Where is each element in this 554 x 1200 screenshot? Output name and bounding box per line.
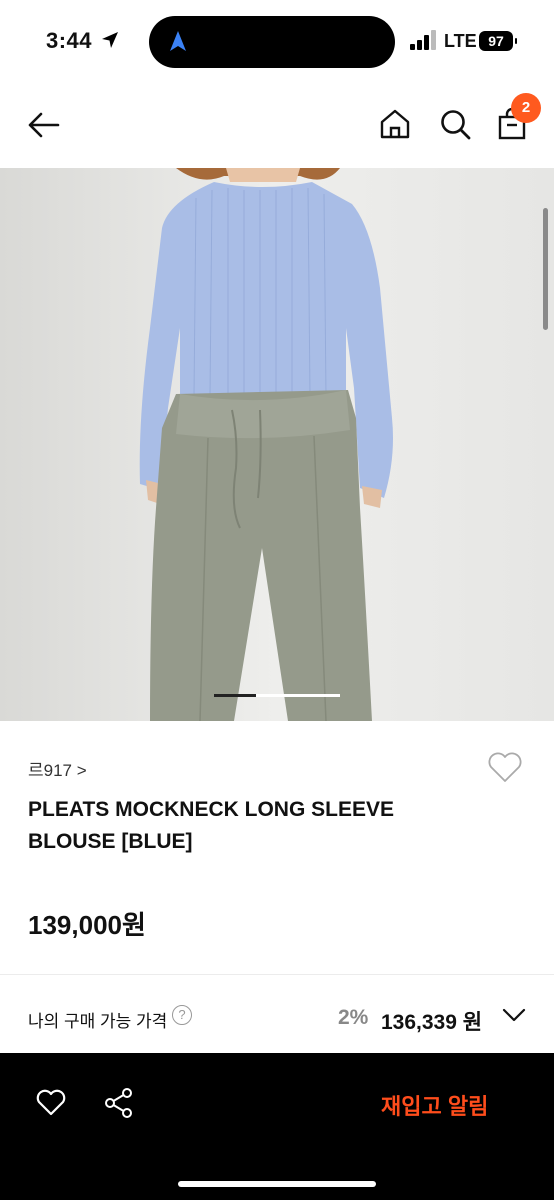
- wishlist-heart-icon[interactable]: [487, 750, 523, 784]
- purchase-price-label: 나의 구매 가능 가격: [28, 1012, 168, 1031]
- product-image[interactable]: [0, 168, 554, 721]
- bottom-action-bar: [0, 1053, 554, 1200]
- location-arrow-icon: [102, 32, 118, 48]
- search-icon[interactable]: [439, 108, 471, 140]
- section-divider: [0, 974, 554, 975]
- help-icon[interactable]: ?: [172, 1005, 192, 1025]
- share-icon[interactable]: [103, 1087, 135, 1119]
- discounted-price: 136,339 원: [381, 1011, 483, 1034]
- home-icon[interactable]: [379, 108, 411, 140]
- product-photo: [0, 168, 554, 721]
- heart-icon[interactable]: [36, 1089, 66, 1117]
- restock-alert-button[interactable]: 재입고 알림: [381, 1089, 488, 1121]
- product-title: PLEATS MOCKNECK LONG SLEEVE BLOUSE [BLUE…: [28, 798, 394, 853]
- back-arrow-icon[interactable]: [26, 110, 60, 140]
- cart-count-badge: 2: [511, 93, 541, 123]
- home-indicator: [178, 1181, 376, 1187]
- dynamic-island: [149, 16, 395, 68]
- signal-icon: [410, 30, 436, 50]
- image-pager-active: [214, 694, 256, 697]
- navigation-icon: [170, 31, 186, 51]
- discount-rate: 2%: [338, 1006, 369, 1029]
- brand-link[interactable]: 르917 >: [28, 756, 87, 781]
- status-time: 3:44: [46, 28, 93, 53]
- scrollbar[interactable]: [543, 208, 548, 330]
- product-price: 139,000원: [28, 910, 146, 940]
- image-pager: [214, 694, 340, 697]
- chevron-down-icon[interactable]: [502, 1007, 526, 1023]
- battery-icon: 97: [479, 31, 517, 51]
- status-bar: 3:44 LTE 97: [0, 0, 554, 84]
- network-label: LTE: [444, 31, 477, 51]
